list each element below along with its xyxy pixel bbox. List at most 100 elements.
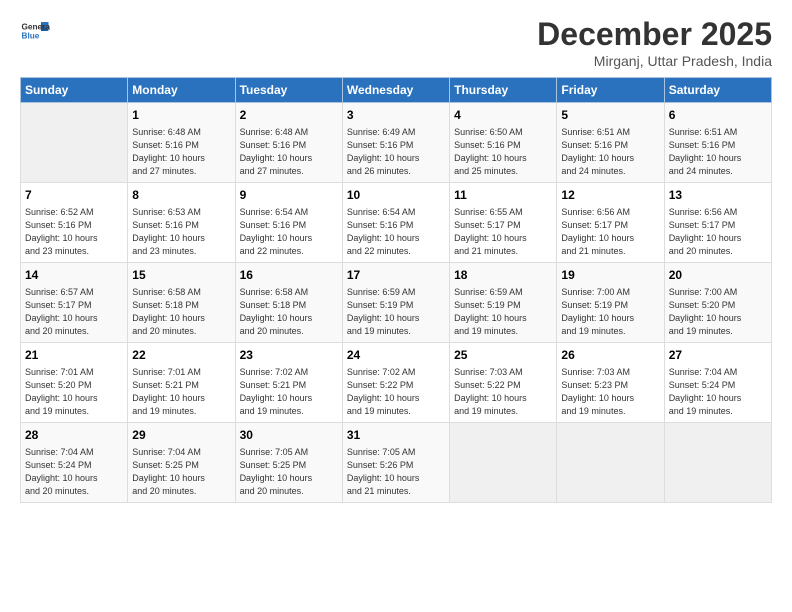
day-number: 4 bbox=[454, 107, 552, 124]
day-info: Sunrise: 7:02 AM Sunset: 5:22 PM Dayligh… bbox=[347, 366, 445, 418]
header-cell-wednesday: Wednesday bbox=[342, 78, 449, 103]
day-info: Sunrise: 7:00 AM Sunset: 5:19 PM Dayligh… bbox=[561, 286, 659, 338]
title-block: December 2025 Mirganj, Uttar Pradesh, In… bbox=[537, 16, 772, 69]
day-info: Sunrise: 6:57 AM Sunset: 5:17 PM Dayligh… bbox=[25, 286, 123, 338]
day-number: 14 bbox=[25, 267, 123, 284]
day-number: 6 bbox=[669, 107, 767, 124]
day-cell: 23 Sunrise: 7:02 AM Sunset: 5:21 PM Dayli… bbox=[235, 342, 342, 422]
day-number: 23 bbox=[240, 347, 338, 364]
day-cell: 26Sunrise: 7:03 AM Sunset: 5:23 PM Dayli… bbox=[557, 342, 664, 422]
day-info: Sunrise: 6:58 AM Sunset: 5:18 PM Dayligh… bbox=[240, 286, 338, 338]
day-cell: 7 Sunrise: 6:52 AM Sunset: 5:16 PM Daylig… bbox=[21, 182, 128, 262]
day-info: Sunrise: 7:02 AM Sunset: 5:21 PM Dayligh… bbox=[240, 366, 338, 418]
week-row-5: 28Sunrise: 7:04 AM Sunset: 5:24 PM Dayli… bbox=[21, 422, 772, 502]
logo: General Blue bbox=[20, 16, 54, 46]
day-number: 21 bbox=[25, 347, 123, 364]
day-number: 10 bbox=[347, 187, 445, 204]
day-number: 12 bbox=[561, 187, 659, 204]
day-info: Sunrise: 7:04 AM Sunset: 5:24 PM Dayligh… bbox=[25, 446, 123, 498]
day-cell: 11Sunrise: 6:55 AM Sunset: 5:17 PM Dayli… bbox=[450, 182, 557, 262]
day-number: 29 bbox=[132, 427, 230, 444]
day-cell: 20 Sunrise: 7:00 AM Sunset: 5:20 PM Dayli… bbox=[664, 262, 771, 342]
day-number: 13 bbox=[669, 187, 767, 204]
day-info: Sunrise: 6:56 AM Sunset: 5:17 PM Dayligh… bbox=[561, 206, 659, 258]
day-info: Sunrise: 7:01 AM Sunset: 5:20 PM Dayligh… bbox=[25, 366, 123, 418]
day-info: Sunrise: 6:59 AM Sunset: 5:19 PM Dayligh… bbox=[347, 286, 445, 338]
day-info: Sunrise: 7:05 AM Sunset: 5:26 PM Dayligh… bbox=[347, 446, 445, 498]
day-info: Sunrise: 7:04 AM Sunset: 5:24 PM Dayligh… bbox=[669, 366, 767, 418]
day-number: 30 bbox=[240, 427, 338, 444]
header: General Blue December 2025 Mirganj, Utta… bbox=[20, 16, 772, 69]
day-cell bbox=[664, 422, 771, 502]
calendar-table: SundayMondayTuesdayWednesdayThursdayFrid… bbox=[20, 77, 772, 503]
day-info: Sunrise: 7:03 AM Sunset: 5:22 PM Dayligh… bbox=[454, 366, 552, 418]
day-number: 5 bbox=[561, 107, 659, 124]
day-info: Sunrise: 6:54 AM Sunset: 5:16 PM Dayligh… bbox=[240, 206, 338, 258]
day-number: 22 bbox=[132, 347, 230, 364]
day-cell: 28Sunrise: 7:04 AM Sunset: 5:24 PM Dayli… bbox=[21, 422, 128, 502]
week-row-1: 1 Sunrise: 6:48 AM Sunset: 5:16 PM Daylig… bbox=[21, 103, 772, 183]
day-number: 25 bbox=[454, 347, 552, 364]
day-number: 8 bbox=[132, 187, 230, 204]
month-title: December 2025 bbox=[537, 16, 772, 53]
day-number: 3 bbox=[347, 107, 445, 124]
day-cell: 15 Sunrise: 6:58 AM Sunset: 5:18 PM Dayli… bbox=[128, 262, 235, 342]
day-info: Sunrise: 6:56 AM Sunset: 5:17 PM Dayligh… bbox=[669, 206, 767, 258]
day-info: Sunrise: 7:01 AM Sunset: 5:21 PM Dayligh… bbox=[132, 366, 230, 418]
day-cell: 4 Sunrise: 6:50 AM Sunset: 5:16 PM Daylig… bbox=[450, 103, 557, 183]
day-cell: 3 Sunrise: 6:49 AM Sunset: 5:16 PM Daylig… bbox=[342, 103, 449, 183]
day-info: Sunrise: 7:05 AM Sunset: 5:25 PM Dayligh… bbox=[240, 446, 338, 498]
day-cell: 24Sunrise: 7:02 AM Sunset: 5:22 PM Dayli… bbox=[342, 342, 449, 422]
day-number: 7 bbox=[25, 187, 123, 204]
week-row-4: 21 Sunrise: 7:01 AM Sunset: 5:20 PM Dayli… bbox=[21, 342, 772, 422]
day-cell: 16Sunrise: 6:58 AM Sunset: 5:18 PM Dayli… bbox=[235, 262, 342, 342]
header-cell-thursday: Thursday bbox=[450, 78, 557, 103]
svg-text:Blue: Blue bbox=[22, 32, 40, 41]
day-info: Sunrise: 7:03 AM Sunset: 5:23 PM Dayligh… bbox=[561, 366, 659, 418]
day-cell: 2 Sunrise: 6:48 AM Sunset: 5:16 PM Daylig… bbox=[235, 103, 342, 183]
day-cell: 13 Sunrise: 6:56 AM Sunset: 5:17 PM Dayli… bbox=[664, 182, 771, 262]
header-cell-sunday: Sunday bbox=[21, 78, 128, 103]
day-cell bbox=[21, 103, 128, 183]
day-info: Sunrise: 6:59 AM Sunset: 5:19 PM Dayligh… bbox=[454, 286, 552, 338]
week-row-3: 14 Sunrise: 6:57 AM Sunset: 5:17 PM Dayli… bbox=[21, 262, 772, 342]
location: Mirganj, Uttar Pradesh, India bbox=[537, 53, 772, 69]
day-info: Sunrise: 7:00 AM Sunset: 5:20 PM Dayligh… bbox=[669, 286, 767, 338]
day-info: Sunrise: 6:58 AM Sunset: 5:18 PM Dayligh… bbox=[132, 286, 230, 338]
day-cell: 1 Sunrise: 6:48 AM Sunset: 5:16 PM Daylig… bbox=[128, 103, 235, 183]
day-info: Sunrise: 6:54 AM Sunset: 5:16 PM Dayligh… bbox=[347, 206, 445, 258]
day-cell: 19 Sunrise: 7:00 AM Sunset: 5:19 PM Dayli… bbox=[557, 262, 664, 342]
day-number: 20 bbox=[669, 267, 767, 284]
day-number: 19 bbox=[561, 267, 659, 284]
day-info: Sunrise: 6:51 AM Sunset: 5:16 PM Dayligh… bbox=[561, 126, 659, 178]
day-cell: 27Sunrise: 7:04 AM Sunset: 5:24 PM Dayli… bbox=[664, 342, 771, 422]
header-cell-friday: Friday bbox=[557, 78, 664, 103]
day-number: 17 bbox=[347, 267, 445, 284]
svg-text:General: General bbox=[22, 23, 51, 32]
day-cell: 5 Sunrise: 6:51 AM Sunset: 5:16 PM Daylig… bbox=[557, 103, 664, 183]
day-number: 9 bbox=[240, 187, 338, 204]
day-cell: 9 Sunrise: 6:54 AM Sunset: 5:16 PM Daylig… bbox=[235, 182, 342, 262]
day-info: Sunrise: 6:53 AM Sunset: 5:16 PM Dayligh… bbox=[132, 206, 230, 258]
day-info: Sunrise: 6:48 AM Sunset: 5:16 PM Dayligh… bbox=[240, 126, 338, 178]
day-info: Sunrise: 7:04 AM Sunset: 5:25 PM Dayligh… bbox=[132, 446, 230, 498]
day-cell: 18 Sunrise: 6:59 AM Sunset: 5:19 PM Dayli… bbox=[450, 262, 557, 342]
day-info: Sunrise: 6:50 AM Sunset: 5:16 PM Dayligh… bbox=[454, 126, 552, 178]
logo-icon: General Blue bbox=[20, 16, 50, 46]
day-number: 1 bbox=[132, 107, 230, 124]
day-info: Sunrise: 6:48 AM Sunset: 5:16 PM Dayligh… bbox=[132, 126, 230, 178]
day-cell: 10 Sunrise: 6:54 AM Sunset: 5:16 PM Dayli… bbox=[342, 182, 449, 262]
header-cell-saturday: Saturday bbox=[664, 78, 771, 103]
day-number: 18 bbox=[454, 267, 552, 284]
header-cell-monday: Monday bbox=[128, 78, 235, 103]
header-cell-tuesday: Tuesday bbox=[235, 78, 342, 103]
day-cell: 17 Sunrise: 6:59 AM Sunset: 5:19 PM Dayli… bbox=[342, 262, 449, 342]
day-number: 2 bbox=[240, 107, 338, 124]
day-cell: 25 Sunrise: 7:03 AM Sunset: 5:22 PM Dayli… bbox=[450, 342, 557, 422]
day-cell: 31Sunrise: 7:05 AM Sunset: 5:26 PM Dayli… bbox=[342, 422, 449, 502]
day-info: Sunrise: 6:49 AM Sunset: 5:16 PM Dayligh… bbox=[347, 126, 445, 178]
day-info: Sunrise: 6:52 AM Sunset: 5:16 PM Dayligh… bbox=[25, 206, 123, 258]
day-number: 15 bbox=[132, 267, 230, 284]
day-cell: 30 Sunrise: 7:05 AM Sunset: 5:25 PM Dayli… bbox=[235, 422, 342, 502]
day-info: Sunrise: 6:51 AM Sunset: 5:16 PM Dayligh… bbox=[669, 126, 767, 178]
